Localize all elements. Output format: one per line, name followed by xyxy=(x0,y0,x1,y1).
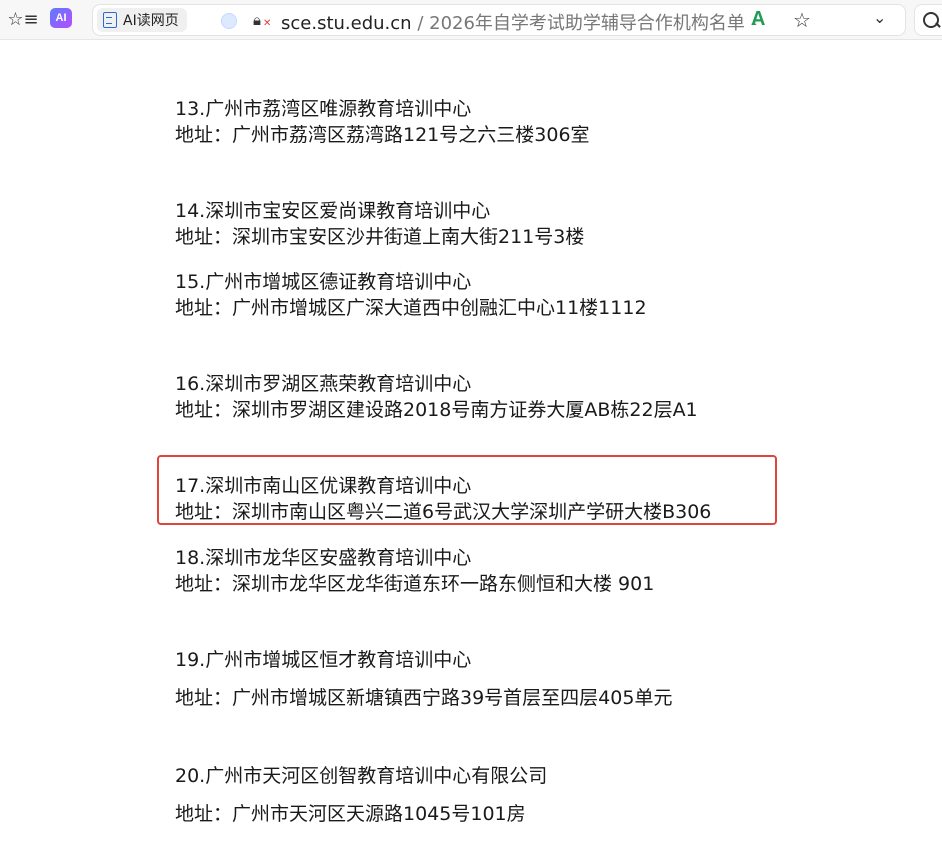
entry-name: 19.广州市增城区恒才教育培训中心 xyxy=(175,649,472,671)
insecure-x-icon: ✕ xyxy=(263,18,272,29)
lock-icon[interactable]: 🔒︎ xyxy=(253,11,261,29)
url-text[interactable]: sce.stu.edu.cn / 2026年自学考试助学辅导合作机构名单 - xyxy=(281,9,757,35)
doc-icon xyxy=(103,12,117,28)
entry-address: 地址：广州市荔湾区荔湾路121号之六三楼306室 xyxy=(175,124,590,146)
ai-logo-icon[interactable]: AI xyxy=(50,8,72,28)
favorites-icon[interactable]: ☆≡ xyxy=(7,5,38,33)
entry-address: 地址：深圳市宝安区沙井街道上南大街211号3楼 xyxy=(175,226,585,248)
entry-name: 15.广州市增城区德证教育培训中心 xyxy=(175,271,472,293)
entry-address: 地址：广州市增城区新塘镇西宁路39号首层至四层405单元 xyxy=(175,687,673,709)
list-item: 18.深圳市龙华区安盛教育培训中心 地址：深圳市龙华区龙华街道东环一路东侧恒和大… xyxy=(175,545,654,597)
globe-icon[interactable] xyxy=(221,13,237,29)
list-item: 20.广州市天河区创智教育培训中心有限公司 地址：广州市天河区天源路1045号1… xyxy=(175,763,547,827)
list-item: 16.深圳市罗湖区燕荣教育培训中心 地址：深圳市罗湖区建设路2018号南方证券大… xyxy=(175,371,698,423)
url-domain: sce.stu.edu.cn xyxy=(281,13,412,34)
entry-name: 18.深圳市龙华区安盛教育培训中心 xyxy=(175,547,472,569)
entry-name: 20.广州市天河区创智教育培训中心有限公司 xyxy=(175,765,548,787)
entry-address: 地址：深圳市南山区粤兴二道6号武汉大学深圳产学研大楼B306 xyxy=(175,501,712,523)
entry-name: 14.深圳市宝安区爱尚课教育培训中心 xyxy=(175,200,491,222)
star-icon[interactable]: ☆ xyxy=(793,8,811,32)
entry-address: 地址：广州市增城区广深大道西中创融汇中心11楼1112 xyxy=(175,297,647,319)
list-item: 15.广州市增城区德证教育培训中心 地址：广州市增城区广深大道西中创融汇中心11… xyxy=(175,269,647,321)
entry-name: 17.深圳市南山区优课教育培训中心 xyxy=(175,475,472,497)
entry-name: 16.深圳市罗湖区燕荣教育培训中心 xyxy=(175,373,472,395)
browser-toolbar: ☆≡ AI AI读网页 🔒︎ ✕ sce.stu.edu.cn / 2026年自… xyxy=(0,0,942,40)
ai-read-label: AI读网页 xyxy=(123,13,179,29)
page-title: 2026年自学考试助学辅导合作机构名单 - xyxy=(429,13,758,34)
entry-name: 13.广州市荔湾区唯源教育培训中心 xyxy=(175,98,472,120)
search-button[interactable] xyxy=(914,4,942,36)
page-content: 13.广州市荔湾区唯源教育培训中心 地址：广州市荔湾区荔湾路121号之六三楼30… xyxy=(0,41,942,859)
list-item: 14.深圳市宝安区爱尚课教育培训中心 地址：深圳市宝安区沙井街道上南大街211号… xyxy=(175,198,584,250)
url-separator: / xyxy=(417,13,424,34)
read-aloud-icon[interactable]: A xyxy=(751,8,765,31)
list-item-highlighted: 17.深圳市南山区优课教育培训中心 地址：深圳市南山区粤兴二道6号武汉大学深圳产… xyxy=(175,473,711,525)
entry-address: 地址：深圳市龙华区龙华街道东环一路东侧恒和大楼 901 xyxy=(175,573,655,595)
chevron-down-icon[interactable]: ⌄ xyxy=(873,8,886,27)
list-item: 13.广州市荔湾区唯源教育培训中心 地址：广州市荔湾区荔湾路121号之六三楼30… xyxy=(175,96,590,148)
entry-address: 地址：广州市天河区天源路1045号101房 xyxy=(175,803,526,825)
address-bar[interactable]: AI读网页 🔒︎ ✕ sce.stu.edu.cn / 2026年自学考试助学辅… xyxy=(92,4,906,36)
entry-address: 地址：深圳市罗湖区建设路2018号南方证券大厦AB栋22层A1 xyxy=(175,399,698,421)
list-item: 19.广州市增城区恒才教育培训中心 地址：广州市增城区新塘镇西宁路39号首层至四… xyxy=(175,647,672,711)
ai-read-button[interactable]: AI读网页 xyxy=(97,8,187,32)
